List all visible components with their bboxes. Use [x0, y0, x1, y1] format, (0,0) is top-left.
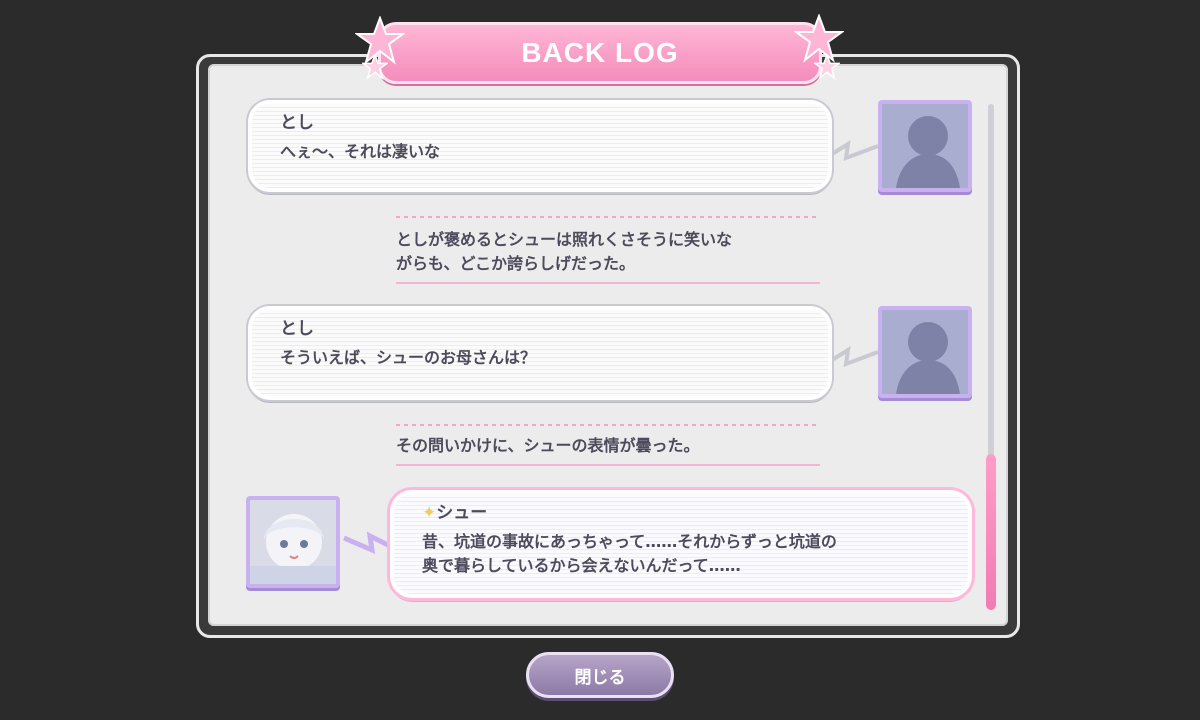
narration-divider: [396, 424, 820, 426]
star-icon: [814, 54, 840, 80]
heroine-portrait: [246, 496, 340, 588]
silhouette-avatar: [878, 306, 972, 398]
bubble-tail-icon: [343, 531, 392, 555]
page-title: BACK LOG: [521, 37, 679, 68]
narration-divider: [396, 216, 820, 218]
narration-divider: [396, 464, 820, 466]
speaker-name-text: シュー: [436, 503, 488, 523]
speaker-name: とし: [280, 319, 314, 339]
dialogue-line: 昔、坑道の事故にあっちゃって……それからずっと坑道の: [422, 532, 837, 551]
dialogue-bubble: とし へぇ～、それは凄いな: [248, 100, 832, 192]
dialogue-line: 奥で暮らしているから会えないんだって……: [422, 556, 741, 575]
narration-line: としが褒めるとシューは照れくさそうに笑いな: [396, 230, 733, 249]
silhouette-avatar: [878, 100, 972, 192]
scrollbar-thumb[interactable]: [986, 454, 996, 610]
star-icon: [362, 54, 388, 80]
close-button[interactable]: 閉じる: [526, 652, 674, 698]
narration-line: がらも、どこか誇らしげだった。: [396, 254, 636, 273]
dialogue-line: へぇ～、それは凄いな: [280, 142, 441, 161]
dialogue-bubble: ✦シュー 昔、坑道の事故にあっちゃって……それからずっと坑道の 奥で暮らしている…: [390, 490, 972, 598]
title-banner: BACK LOG: [378, 22, 822, 84]
narration-divider: [396, 282, 820, 284]
narration-block: その問いかけに、シューの表情が曇った。: [396, 420, 820, 470]
dialogue-bubble: とし そういえば、シューのお母さんは？: [248, 306, 832, 400]
speaker-name: とし: [280, 113, 314, 133]
sparkle-icon: ✦: [422, 503, 437, 523]
narration-block: としが褒めるとシューは照れくさそうに笑いな がらも、どこか誇らしげだった。: [396, 212, 820, 286]
bubble-tail-icon: [832, 140, 879, 162]
narration-line: その問いかけに、シューの表情が曇った。: [396, 436, 700, 455]
bubble-tail-icon: [832, 346, 879, 368]
speaker-name: ✦シュー: [422, 502, 968, 524]
dialogue-line: そういえば、シューのお母さんは？: [280, 348, 537, 367]
